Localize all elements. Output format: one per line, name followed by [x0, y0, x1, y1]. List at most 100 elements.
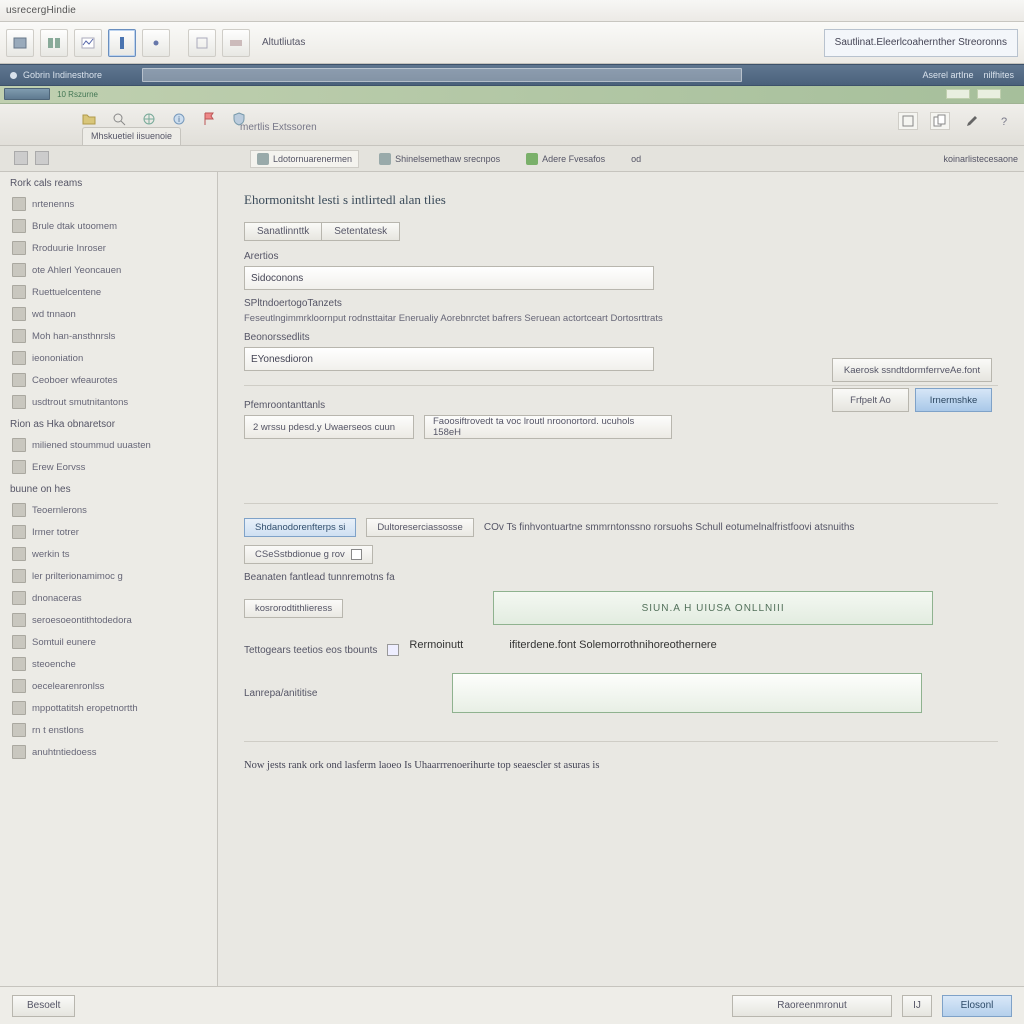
content-heading: Ehormonitsht lesti s intlirtedl alan tli…: [244, 192, 998, 208]
field-input-1[interactable]: [244, 266, 654, 290]
left-chip-5[interactable]: kosrorodtithlieress: [244, 599, 343, 618]
accent-mini-2[interactable]: [977, 89, 1001, 99]
sidebar-item-1-6[interactable]: Moh han-ansthnrsls: [0, 325, 217, 347]
chrome-icon-folder[interactable]: [80, 110, 98, 128]
footer-button-left[interactable]: Besoelt: [12, 995, 75, 1017]
content-tab-a[interactable]: Sanatlinnttk: [244, 222, 321, 241]
sidebar-item-3-11[interactable]: anuhtntiedoess: [0, 741, 217, 763]
status-dot-icon: [10, 72, 17, 79]
sidebar-item-3-2[interactable]: werkin ts: [0, 543, 217, 565]
secbar-btn-4[interactable]: od: [625, 152, 647, 166]
field-label-5: Beanaten fantlead tunnremotns fa: [244, 572, 998, 583]
toolbar-right-label: Sautlinat.Eleerlcoahernther Streoronns: [835, 37, 1007, 48]
tiny-picker-icon[interactable]: [387, 644, 399, 656]
select-6a[interactable]: Rermoinutt: [409, 639, 499, 661]
field-label-3: Beonorssedlits: [244, 332, 998, 343]
sidebar-item-3-0[interactable]: Teoernlerons: [0, 499, 217, 521]
secbar-btn-5[interactable]: koinarlistecesaone: [937, 152, 1024, 166]
highlight-box-2[interactable]: [452, 673, 922, 713]
subheader-right-2[interactable]: nilfhites: [983, 70, 1014, 80]
sidebar-item-1-8[interactable]: Ceoboer wfeaurotes: [0, 369, 217, 391]
doc-icon: [12, 613, 26, 627]
sidebar-item-1-7[interactable]: ieononiation: [0, 347, 217, 369]
chrome-right-pencil-icon[interactable]: [962, 112, 982, 130]
divider-2: [244, 503, 998, 504]
sidebar-item-1-1[interactable]: Brule dtak utoomem: [0, 215, 217, 237]
sidebar-item-2-0[interactable]: miliened stoummud uuasten: [0, 434, 217, 456]
secbar-btn-1[interactable]: Ldotornuarenermen: [250, 150, 359, 168]
doc-icon: [12, 745, 26, 759]
select-6b[interactable]: ifiterdene.font Solemorrothnihoreotherne…: [509, 639, 739, 661]
sidebar-item-3-10[interactable]: rn t enstlons: [0, 719, 217, 741]
accent-chip[interactable]: [4, 88, 50, 100]
subheader-right-1[interactable]: Aserel artIne: [922, 70, 973, 80]
toolbar-button-2[interactable]: [40, 29, 68, 57]
right-btn-2b[interactable]: Irnermshke: [915, 388, 992, 412]
accent-mini-1[interactable]: [946, 89, 970, 99]
right-btn-2a[interactable]: Frfpelt Ao: [832, 388, 909, 412]
toolbar-button-5[interactable]: [142, 29, 170, 57]
sidebar-item-3-7[interactable]: steoenche: [0, 653, 217, 675]
toolbar-button-4[interactable]: [108, 29, 136, 57]
toolbar-button-7[interactable]: [222, 29, 250, 57]
sidebar-item-1-5[interactable]: wd tnnaon: [0, 303, 217, 325]
mode-chip-plain[interactable]: Dultoreserciassosse: [366, 518, 474, 537]
sidebar-item-3-9[interactable]: mppottatitsh eropetnortth: [0, 697, 217, 719]
chrome-label: mertlis Extssoren: [240, 122, 317, 133]
sidebar-item-1-0[interactable]: nrtenenns: [0, 193, 217, 215]
mode-chip-blue[interactable]: Shdanodorenfterps si: [244, 518, 356, 537]
sidebar-item-3-6[interactable]: Somtuil eunere: [0, 631, 217, 653]
select-4a[interactable]: 2 wrssu pdesd.y Uwaerseos cuun: [244, 415, 414, 439]
footer-button-small[interactable]: IJ: [902, 995, 932, 1017]
highlight-box-1[interactable]: SIUN.A H UIUSA ONLLNIII: [493, 591, 933, 625]
sidebar-item-1-9[interactable]: usdtrout smutnitantons: [0, 391, 217, 413]
sidebar-item-1-2[interactable]: Rroduurie Inroser: [0, 237, 217, 259]
sidebar-item-3-3[interactable]: ler prilterionamimoc g: [0, 565, 217, 587]
toolbar-button-1[interactable]: [6, 29, 34, 57]
toolbar-button-3[interactable]: [74, 29, 102, 57]
mode-row: Shdanodorenfterps si Dultoreserciassosse…: [244, 518, 998, 537]
chrome-right-icon-1[interactable]: [898, 112, 918, 130]
file-tab-1[interactable]: Mhskuetiel iisuenoie: [82, 127, 181, 145]
chrome-icon-info[interactable]: i: [170, 110, 188, 128]
doc-icon: [12, 591, 26, 605]
sidebar-section-2-header: Rion as Hka obnaretsor: [0, 413, 217, 434]
footer-button-right[interactable]: Elosonl: [942, 995, 1012, 1017]
checkbox-icon[interactable]: [351, 549, 362, 560]
toolbar-button-6[interactable]: [188, 29, 216, 57]
chrome-icon-zoom[interactable]: [110, 110, 128, 128]
doc-icon: [12, 657, 26, 671]
doc-icon: [12, 547, 26, 561]
sidebar-item-1-3[interactable]: ote Ahlerl Yeoncauen: [0, 259, 217, 281]
sidebar: Rork cals reams nrtenenns Brule dtak uto…: [0, 172, 218, 986]
sidebar-item-1-4[interactable]: Ruettuelcentene: [0, 281, 217, 303]
chrome-icon-flag[interactable]: [200, 110, 218, 128]
svg-text:i: i: [178, 115, 180, 124]
checkbox-chip[interactable]: CSeSstbdionue g rov: [244, 545, 373, 564]
doc-icon: [12, 373, 26, 387]
chrome-right-help-icon[interactable]: ?: [994, 112, 1014, 130]
content-tab-b[interactable]: Setentatesk: [321, 222, 400, 241]
right-btn-1[interactable]: Kaerosk ssndtdormferrveAe.font: [832, 358, 992, 382]
sidebar-item-3-1[interactable]: Irmer totrer: [0, 521, 217, 543]
footer-bar: Besoelt Raoreenmronut IJ Elosonl: [0, 986, 1024, 1024]
sidebar-item-3-8[interactable]: oecelearenronlss: [0, 675, 217, 697]
footer-button-mid[interactable]: Raoreenmronut: [732, 995, 892, 1017]
select-4b[interactable]: Faoosiftrovedt ta voc lroutl nroonortord…: [424, 415, 672, 439]
secbar-btn-2[interactable]: Shinelsemethaw srecnpos: [373, 151, 506, 167]
accent-chip-label: 10 Rszurne: [57, 90, 98, 99]
sidebar-item-2-1[interactable]: Erew Eorvss: [0, 456, 217, 478]
doc-icon: [12, 395, 26, 409]
chrome-right-icon-2[interactable]: [930, 112, 950, 130]
sidebar-item-3-5[interactable]: seroesoeontithtodedora: [0, 609, 217, 631]
doc-icon: [12, 307, 26, 321]
secbar-btn-3[interactable]: Adere Fvesafos: [520, 151, 611, 167]
field-input-3[interactable]: [244, 347, 654, 371]
sidebar-item-3-4[interactable]: dnonaceras: [0, 587, 217, 609]
accent-strip: 10 Rszurne: [0, 86, 1024, 104]
address-bar[interactable]: [142, 68, 742, 82]
divider-3: [244, 741, 998, 742]
toolbar-right-panel[interactable]: Sautlinat.Eleerlcoahernther Streoronns: [824, 29, 1018, 57]
chrome-icon-globe[interactable]: [140, 110, 158, 128]
long-description: Now jests rank ork ond lasferm laoeo Is …: [244, 760, 998, 771]
